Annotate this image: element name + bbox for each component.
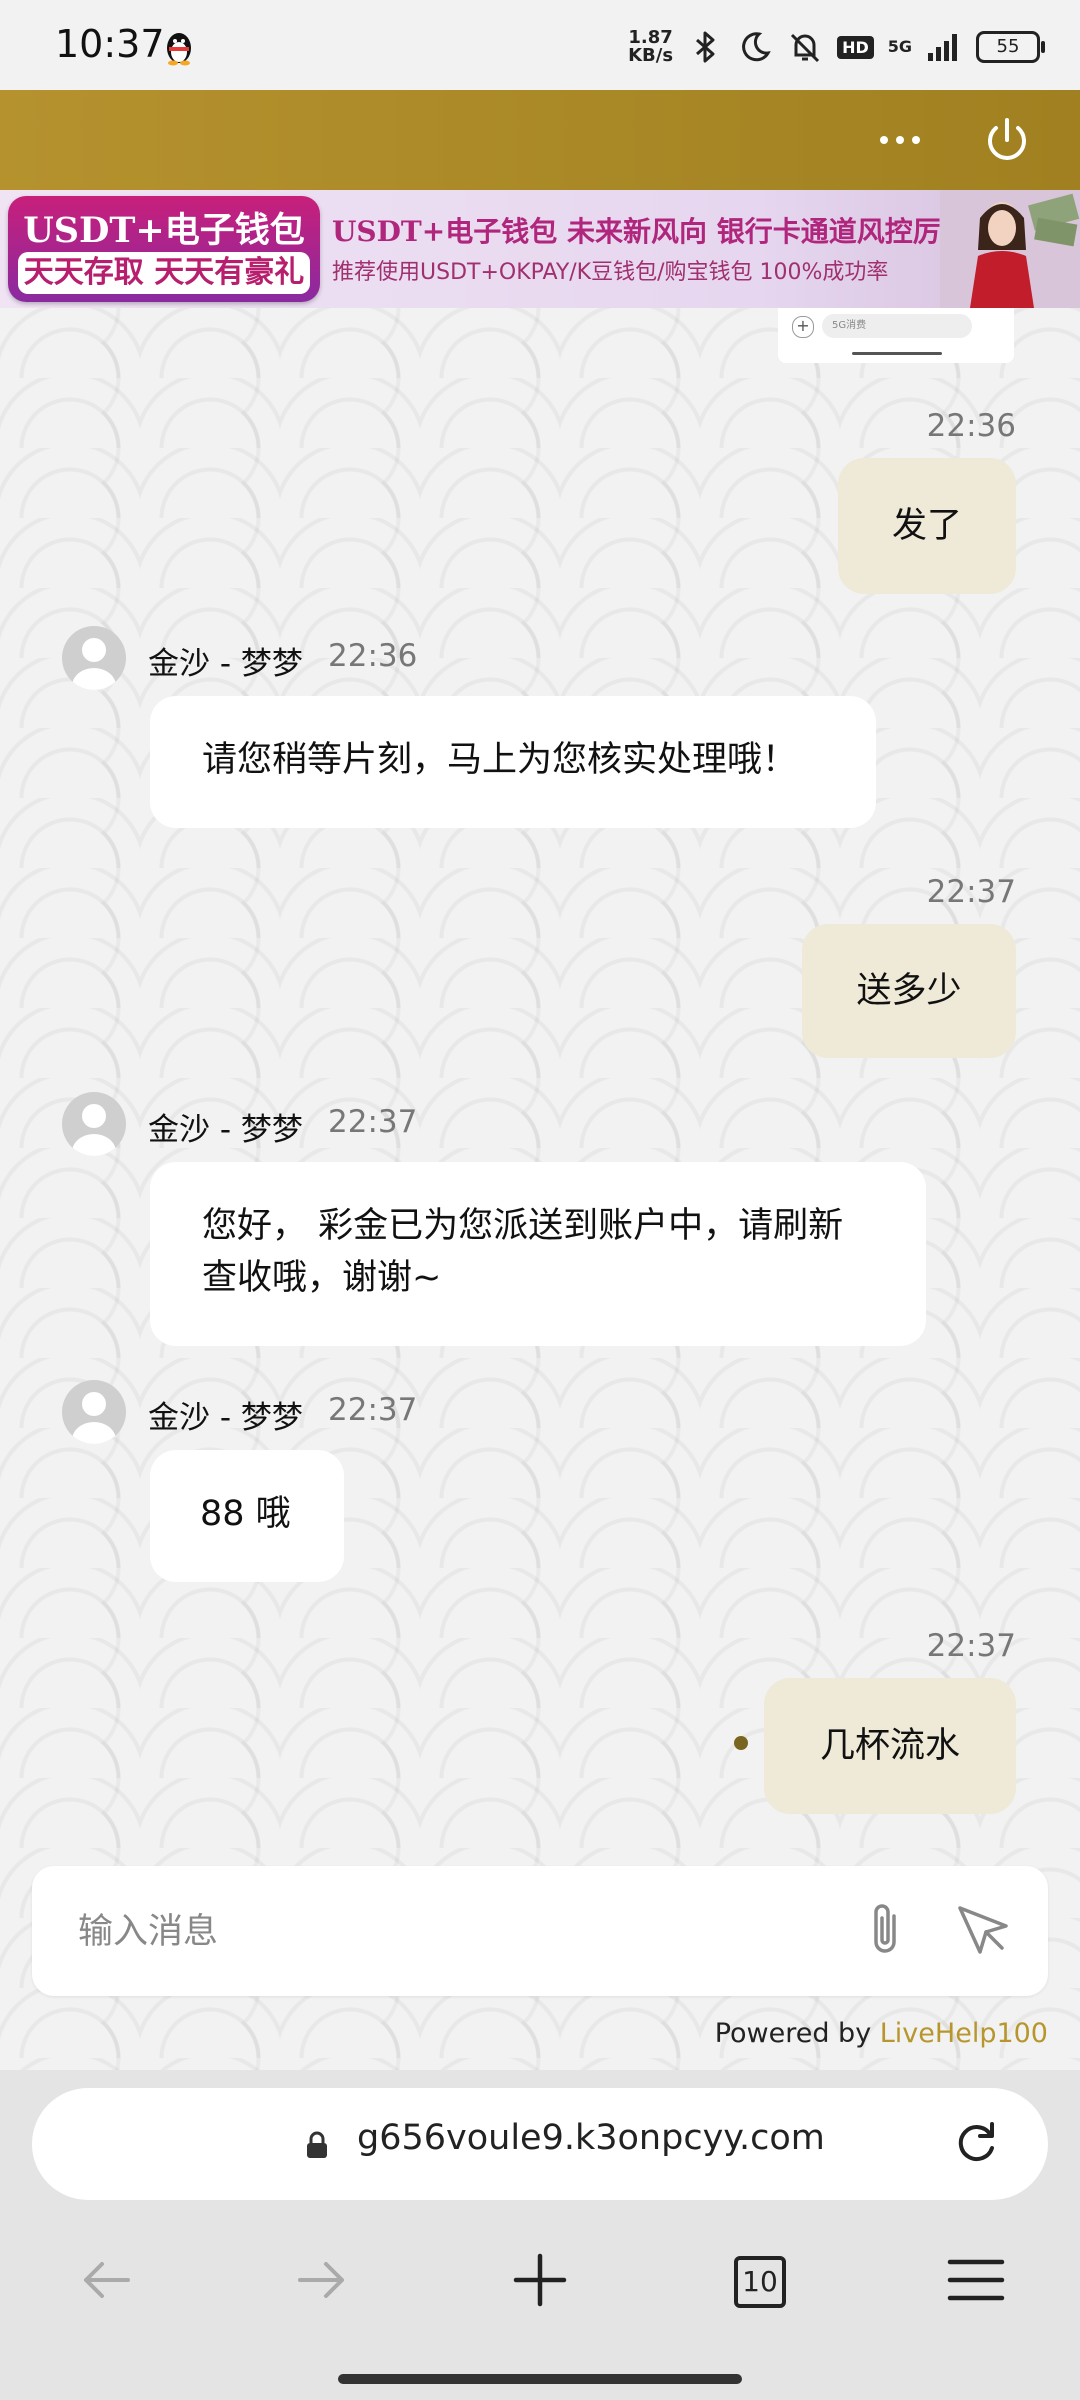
user-silhouette-icon bbox=[72, 638, 116, 690]
banner-subline: 推荐使用USDT+OKPAY/K豆钱包/购宝钱包 100%成功率 bbox=[332, 260, 889, 285]
browser-toolbar: g656voule9.k3onpcyy.com 10 bbox=[0, 2070, 1080, 2400]
agent-name: 金沙 - 梦梦 bbox=[148, 1400, 303, 1436]
status-icons: 1.87 KB/s HD 5G 55 bbox=[628, 26, 1045, 68]
hd-badge: HD bbox=[837, 35, 874, 59]
send-icon[interactable] bbox=[950, 1898, 1014, 1962]
agent-name: 金沙 - 梦梦 bbox=[148, 1112, 303, 1148]
user-silhouette-icon bbox=[72, 1392, 116, 1444]
agent-message-bubble[interactable]: 88 哦 bbox=[150, 1450, 344, 1582]
banner-model-image bbox=[940, 190, 1080, 308]
message-line: 查收哦，谢谢~ bbox=[202, 1258, 442, 1298]
menu-hamburger-icon[interactable] bbox=[936, 2240, 1016, 2320]
my-message-bubble[interactable]: 送多少 bbox=[802, 924, 1016, 1058]
status-time: 10:37 bbox=[55, 22, 165, 66]
message-composer bbox=[32, 1866, 1048, 1996]
tab-count: 10 bbox=[734, 2256, 786, 2308]
signal-icon bbox=[928, 34, 957, 61]
status-bar: 10:37 1.87 KB/s HD 5G 55 bbox=[0, 0, 1080, 90]
sending-status-dot bbox=[734, 1736, 748, 1750]
message-line: 您好， 彩金已为您派送到账户中，请刷新 bbox=[202, 1206, 844, 1246]
message-input[interactable] bbox=[76, 1900, 840, 1964]
banner-badge: USDT+电子钱包 天天存取 天天有豪礼 bbox=[8, 196, 320, 302]
agent-avatar bbox=[62, 1380, 126, 1444]
message-time: 22:37 bbox=[328, 1392, 418, 1428]
address-bar[interactable]: g656voule9.k3onpcyy.com bbox=[32, 2088, 1048, 2200]
promo-banner[interactable]: USDT+电子钱包 天天存取 天天有豪礼 USDT+电子钱包 未来新风向 银行卡… bbox=[0, 190, 1080, 308]
my-message-bubble[interactable]: 几杯流水 bbox=[764, 1678, 1016, 1814]
agent-message-bubble[interactable]: 请您稍等片刻，马上为您核实处理哦！ bbox=[150, 696, 876, 828]
reload-icon[interactable] bbox=[948, 2116, 1004, 2172]
my-message-bubble[interactable]: 发了 bbox=[838, 458, 1016, 594]
home-indicator[interactable] bbox=[338, 2374, 742, 2384]
agent-message-bubble[interactable]: 您好， 彩金已为您派送到账户中，请刷新 查收哦，谢谢~ bbox=[150, 1162, 926, 1346]
network-speed: 1.87 KB/s bbox=[628, 27, 674, 66]
lock-icon bbox=[307, 2131, 327, 2158]
chat-messages[interactable]: + 5G消费 22:36 发了 金沙 - 梦梦 22:36 请您稍等片刻，马上为… bbox=[0, 308, 1080, 2070]
message-time: 22:37 bbox=[926, 874, 1016, 910]
screenshot-preview[interactable]: + 5G消费 bbox=[778, 308, 1014, 363]
forward-arrow-icon[interactable] bbox=[282, 2240, 362, 2320]
banner-left-title: USDT+电子钱包 bbox=[23, 210, 305, 251]
battery-indicator: 55 bbox=[976, 31, 1045, 63]
powered-by: Powered by LiveHelp100 bbox=[714, 2018, 1048, 2049]
bluetooth-icon bbox=[696, 31, 715, 63]
banner-left-subtitle: 天天存取 天天有豪礼 bbox=[18, 252, 310, 294]
network-type: 5G bbox=[887, 37, 912, 56]
qq-penguin-icon bbox=[167, 33, 191, 66]
banner-headline: USDT+电子钱包 未来新风向 银行卡通道风控厉害 bbox=[332, 215, 969, 248]
chat-header bbox=[0, 90, 1080, 190]
tabs-button[interactable]: 10 bbox=[718, 2240, 798, 2320]
message-time: 22:36 bbox=[328, 638, 418, 674]
url-text[interactable]: g656voule9.k3onpcyy.com bbox=[357, 2118, 825, 2158]
agent-avatar bbox=[62, 1092, 126, 1156]
more-dots-icon[interactable] bbox=[875, 118, 925, 162]
new-tab-plus-icon[interactable] bbox=[500, 2240, 580, 2320]
livehelp-link[interactable]: LiveHelp100 bbox=[880, 2018, 1048, 2049]
message-time: 22:37 bbox=[926, 1628, 1016, 1664]
mute-bell-icon bbox=[791, 33, 820, 63]
back-arrow-icon[interactable] bbox=[66, 2240, 146, 2320]
agent-name: 金沙 - 梦梦 bbox=[148, 646, 303, 682]
preview-field: 5G消费 bbox=[822, 314, 972, 338]
message-time: 22:37 bbox=[328, 1104, 418, 1140]
user-silhouette-icon bbox=[72, 1104, 116, 1156]
message-time: 22:36 bbox=[926, 408, 1016, 444]
paperclip-icon[interactable] bbox=[854, 1898, 918, 1962]
power-icon[interactable] bbox=[979, 112, 1035, 168]
moon-icon bbox=[742, 32, 771, 62]
agent-avatar bbox=[62, 626, 126, 690]
